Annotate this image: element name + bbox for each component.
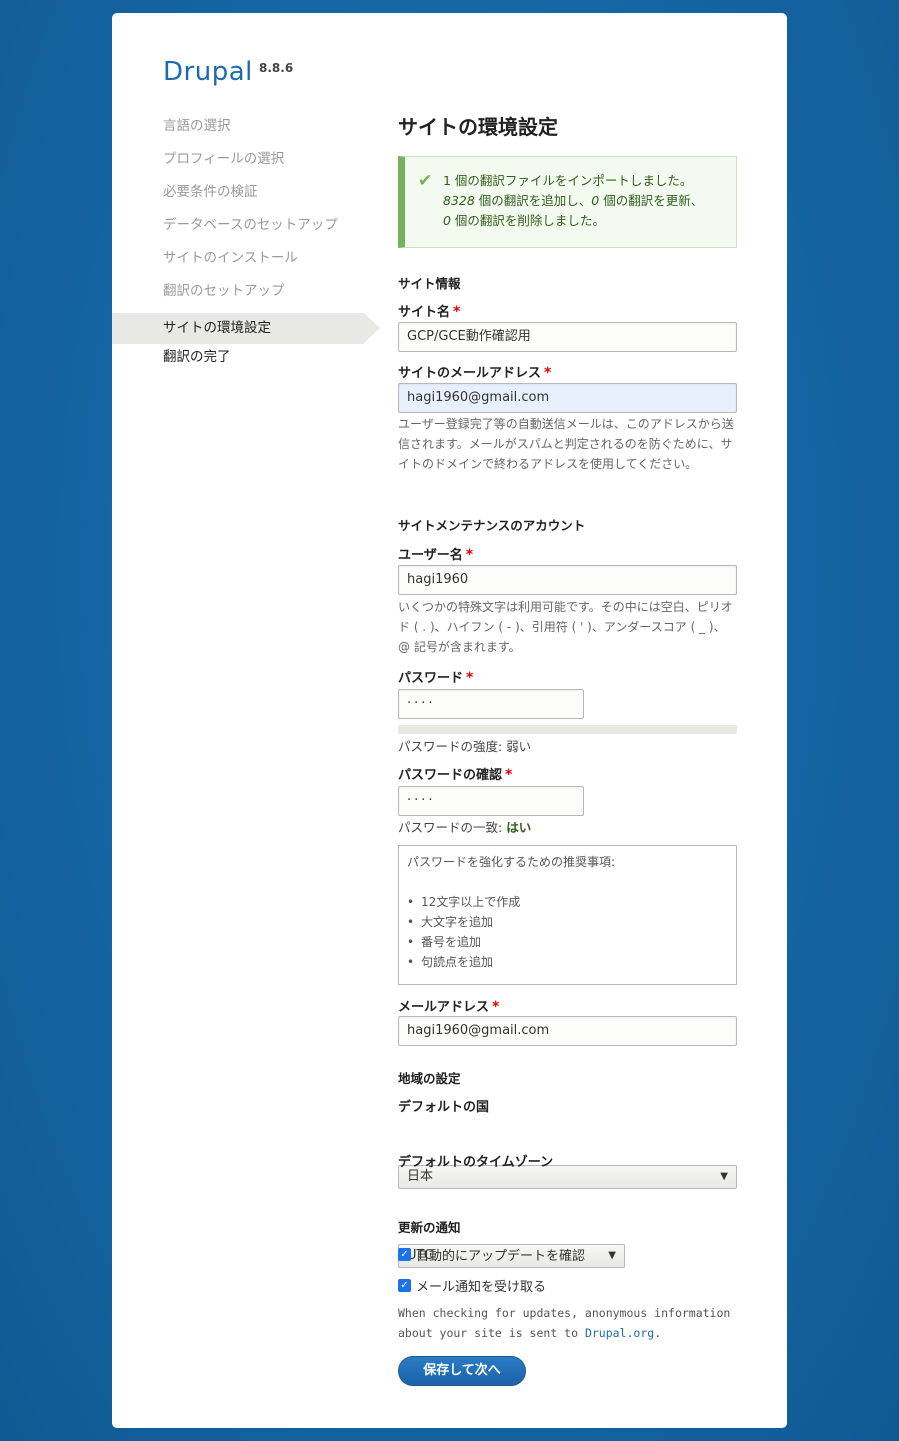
password-suggestions: パスワードを強化するための推奨事項: 12文字以上で作成 大文字を追加 番号を追…: [398, 845, 737, 985]
suggestions-list: 12文字以上で作成 大文字を追加 番号を追加 句読点を追加: [407, 892, 728, 972]
list-item: 句読点を追加: [407, 952, 728, 972]
drupal-version: 8.8.6: [259, 61, 294, 75]
install-steps: 言語の選択 プロフィールの選択 必要条件の検証 データベースのセットアップ サイ…: [112, 113, 380, 377]
updates-privacy-note: When checking for updates, anonymous inf…: [398, 1306, 731, 1340]
step-choose-profile: プロフィールの選択: [163, 151, 285, 167]
username-input[interactable]: hagi1960: [398, 565, 737, 595]
checkbox-checked-icon[interactable]: ✓: [398, 1279, 411, 1292]
password-match-text: パスワードの一致: はい: [398, 820, 532, 835]
updates-heading: 更新の通知: [398, 1220, 461, 1235]
site-email-label: サイトのメールアドレス *: [398, 365, 552, 381]
account-email-label: メールアドレス *: [398, 999, 500, 1015]
list-item: 大文字を追加: [407, 912, 728, 932]
step-setup-translations: 翻訳のセットアップ: [163, 283, 285, 299]
check-updates-label: 自動的にアップデートを確認: [416, 1249, 586, 1264]
step-finish-translations: 翻訳の完了: [163, 349, 231, 365]
step-install-site: サイトのインストール: [163, 250, 298, 266]
step-setup-database: データベースのセットアップ: [163, 217, 338, 233]
password-confirm-input[interactable]: ····: [398, 786, 584, 816]
password-input[interactable]: ····: [398, 689, 584, 719]
account-heading: サイトメンテナンスのアカウント: [398, 518, 586, 533]
email-notifications-label: メール通知を受け取る: [416, 1280, 547, 1295]
message-line-1: 1 個の翻訳ファイルをインポートしました。: [443, 173, 693, 188]
site-email-input[interactable]: hagi1960@gmail.com: [398, 383, 737, 413]
save-and-continue-button[interactable]: 保存して次へ: [398, 1356, 526, 1386]
password-strength-meter: [398, 725, 737, 734]
site-info-heading: サイト情報: [398, 276, 461, 291]
step-choose-language: 言語の選択: [163, 118, 231, 134]
status-message: ✔ 1 個の翻訳ファイルをインポートしました。 8328 個の翻訳を追加し、0 …: [398, 156, 737, 248]
step-verify-requirements: 必要条件の検証: [163, 184, 258, 200]
username-label: ユーザー名 *: [398, 547, 474, 563]
site-email-help: ユーザー登録完了等の自動送信メールは、このアドレスから送信されます。メールがスパ…: [398, 417, 734, 471]
password-confirm-label: パスワードの確認 *: [398, 767, 513, 783]
suggestions-title: パスワードを強化するための推奨事項:: [407, 855, 616, 869]
default-country-value: 日本: [407, 1169, 434, 1184]
list-item: 12文字以上で作成: [407, 892, 728, 912]
site-name-input[interactable]: GCP/GCE動作確認用: [398, 322, 737, 352]
regional-heading: 地域の設定: [398, 1071, 461, 1086]
drupal-logo-text: Drupal: [163, 57, 253, 87]
password-label: パスワード *: [398, 670, 474, 686]
message-line-2: 8328 個の翻訳を追加し、0 個の翻訳を更新、: [443, 193, 704, 208]
install-page: Drupal 8.8.6 言語の選択 プロフィールの選択 必要条件の検証 データ…: [112, 13, 787, 1428]
page-title: サイトの環境設定: [398, 115, 558, 139]
site-name-label: サイト名 *: [398, 304, 461, 320]
default-country-label: デフォルトの国: [398, 1100, 490, 1115]
check-icon: ✔: [418, 171, 433, 191]
list-item: 番号を追加: [407, 932, 728, 952]
drupal-org-link[interactable]: Drupal.org: [585, 1326, 654, 1340]
check-updates-automatically[interactable]: ✓ 自動的にアップデートを確認: [398, 1245, 585, 1264]
password-strength-text: パスワードの強度: 弱い: [398, 739, 532, 754]
step-configure-site: サイトの環境設定: [112, 313, 380, 344]
chevron-down-icon: ▼: [608, 1250, 616, 1261]
checkbox-checked-icon[interactable]: ✓: [398, 1248, 411, 1261]
chevron-down-icon: ▼: [720, 1171, 728, 1182]
main-content: サイトの環境設定 ✔ 1 個の翻訳ファイルをインポートしました。 8328 個の…: [398, 111, 737, 1386]
default-timezone-label: デフォルトのタイムゾーン: [398, 1155, 554, 1170]
brand: Drupal 8.8.6: [163, 57, 293, 87]
message-line-3: 0 個の翻訳を削除しました。: [443, 213, 605, 228]
account-email-input[interactable]: hagi1960@gmail.com: [398, 1016, 737, 1046]
username-help: いくつかの特殊文字は利用可能です。その中には空白、ピリオド ( . )、ハイフン…: [398, 600, 733, 654]
receive-email-notifications[interactable]: ✓ メール通知を受け取る: [398, 1276, 546, 1295]
